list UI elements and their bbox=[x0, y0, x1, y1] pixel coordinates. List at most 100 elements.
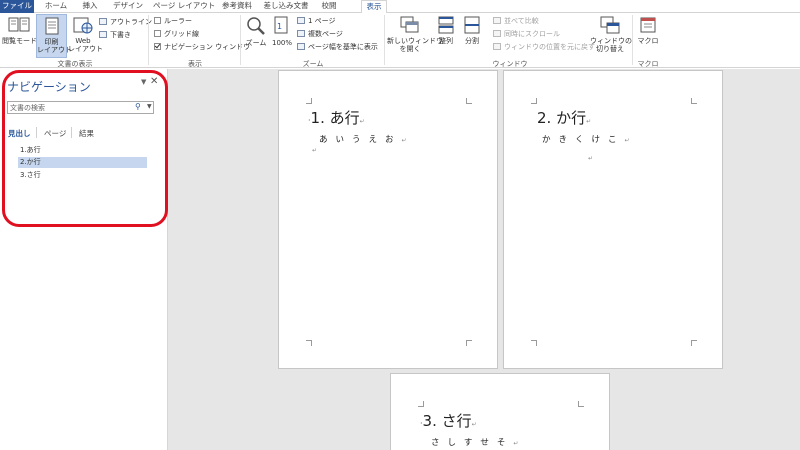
reset-window-position-label: ウィンドウの位置を元に戻す bbox=[504, 43, 595, 51]
heading-item-sa[interactable]: 3.さ行 bbox=[18, 170, 147, 181]
tab-mailings[interactable]: 差し込み文書 bbox=[260, 0, 312, 13]
print-layout-label: 印刷 レイアウト bbox=[37, 38, 72, 54]
tab-review[interactable]: 校閲 bbox=[316, 0, 342, 13]
group-label-zoom: ズーム bbox=[302, 60, 324, 68]
ribbon-separator bbox=[632, 15, 633, 65]
group-label-doc-view: 文書の表示 bbox=[57, 60, 93, 68]
page-3-heading-text: 3. さ行 bbox=[422, 412, 472, 430]
multiple-pages-button[interactable]: 複数ページ bbox=[297, 29, 343, 40]
page-2-heading-text: 2. か行 bbox=[537, 109, 587, 127]
read-mode-button[interactable]: 閲覧モード bbox=[2, 14, 37, 45]
search-options-chevron-icon[interactable]: ▼ bbox=[147, 103, 152, 110]
navigation-pane-title: ナビゲーション bbox=[7, 80, 91, 94]
tab-design[interactable]: デザイン bbox=[108, 0, 148, 13]
one-page-button[interactable]: 1 ページ bbox=[297, 16, 336, 27]
heading-item-a[interactable]: 1.あ行 bbox=[18, 145, 147, 156]
web-layout-icon bbox=[73, 17, 93, 34]
macros-button[interactable]: マクロ bbox=[636, 14, 660, 45]
ruler-checkbox[interactable]: ルーラー bbox=[154, 16, 192, 27]
nav-tab-separator bbox=[71, 127, 72, 138]
split-button[interactable]: 分割 bbox=[460, 14, 484, 45]
magnifier-icon bbox=[247, 17, 265, 35]
switch-windows-button[interactable]: ウィンドウの 切り替え bbox=[590, 14, 632, 53]
zoom-100-button[interactable]: 1 100% bbox=[269, 14, 295, 47]
ruler-check-icon bbox=[154, 17, 161, 24]
zoom-button[interactable]: ズーム bbox=[244, 14, 268, 47]
page-width-button[interactable]: ページ幅を基準に表示 bbox=[297, 42, 378, 53]
outline-icon bbox=[99, 18, 107, 25]
page-3-body: さしすせそ↵ bbox=[431, 438, 519, 448]
navigation-pane-label: ナビゲーション ウィンドウ bbox=[164, 43, 251, 51]
reset-window-position-button[interactable]: ウィンドウの位置を元に戻す bbox=[493, 42, 595, 53]
group-label-macros: マクロ bbox=[637, 60, 659, 68]
nav-tab-pages[interactable]: ページ bbox=[44, 128, 66, 139]
ruler-label: ルーラー bbox=[164, 17, 192, 25]
print-layout-button[interactable]: 印刷 レイアウト bbox=[36, 14, 72, 58]
macros-label: マクロ bbox=[637, 37, 659, 45]
web-layout-label: Web レイアウト bbox=[68, 37, 103, 53]
nav-tab-results[interactable]: 結果 bbox=[79, 128, 94, 139]
outline-label: アウトライン bbox=[110, 18, 152, 26]
draft-button[interactable]: 下書き bbox=[99, 30, 131, 41]
page-3-body-text: さしすせそ bbox=[431, 438, 514, 448]
side-by-side-icon bbox=[493, 17, 501, 24]
page-2-body: かきくけこ↵ bbox=[542, 135, 630, 145]
search-icon[interactable]: ⚲ bbox=[135, 102, 141, 111]
gridlines-checkbox[interactable]: グリッド線 bbox=[154, 29, 199, 40]
margin-corner-mark bbox=[418, 401, 424, 407]
document-page-2[interactable]: 2. か行↵ かきくけこ↵ ↵ bbox=[503, 70, 723, 369]
page-1-body-text: あいうえお bbox=[319, 135, 402, 145]
tab-references[interactable]: 参考資料 bbox=[218, 0, 256, 13]
margin-corner-mark bbox=[306, 98, 312, 104]
read-mode-icon bbox=[8, 17, 30, 32]
page-2-body-text: かきくけこ bbox=[542, 135, 625, 145]
page-1-empty-paragraph: ↵ bbox=[312, 147, 318, 154]
outline-button[interactable]: アウトライン bbox=[99, 17, 152, 28]
navigation-pane-checkbox[interactable]: ナビゲーション ウィンドウ bbox=[154, 42, 250, 53]
multiple-pages-icon bbox=[297, 30, 305, 37]
sync-scroll-label: 同時にスクロール bbox=[504, 30, 560, 38]
margin-corner-mark bbox=[691, 340, 697, 346]
nav-tab-headings[interactable]: 見出し bbox=[8, 128, 31, 139]
print-layout-icon bbox=[45, 17, 58, 35]
document-page-1[interactable]: ·1. あ行↵ あいうえお↵ ↵ bbox=[278, 70, 498, 369]
new-window-button[interactable]: 新しいウィンドウ を開く bbox=[387, 14, 443, 53]
split-icon bbox=[464, 16, 480, 34]
tab-file[interactable]: ファイル bbox=[0, 0, 34, 13]
heading-item-ka[interactable]: 2.か行 bbox=[18, 157, 147, 168]
gridlines-label: グリッド線 bbox=[164, 30, 199, 38]
pane-options-chevron-icon[interactable]: ▼ bbox=[141, 78, 146, 86]
tab-page-layout[interactable]: ページ レイアウト bbox=[153, 0, 215, 13]
tab-insert[interactable]: 挿入 bbox=[76, 0, 104, 13]
tab-view[interactable]: 表示 bbox=[361, 0, 387, 14]
close-icon[interactable]: ✕ bbox=[150, 76, 158, 87]
document-page-3[interactable]: ·3. さ行↵ さしすせそ↵ bbox=[390, 373, 610, 450]
zoom-100-label: 100% bbox=[271, 39, 292, 47]
page-2-empty-paragraph: ↵ bbox=[588, 155, 594, 162]
web-layout-button[interactable]: Web レイアウト bbox=[68, 14, 103, 53]
document-search-input[interactable] bbox=[10, 103, 128, 113]
new-window-icon bbox=[400, 16, 419, 33]
tab-home[interactable]: ホーム bbox=[40, 0, 72, 13]
split-label: 分割 bbox=[465, 37, 479, 45]
navigation-pane: ナビゲーション ▼ ✕ ⚲ ▼ 見出し ページ 結果 1.あ行 2.か行 3.さ… bbox=[0, 69, 168, 450]
side-by-side-button[interactable]: 並べて比較 bbox=[493, 16, 539, 27]
side-by-side-label: 並べて比較 bbox=[504, 17, 539, 25]
margin-corner-mark bbox=[691, 98, 697, 104]
ribbon-separator bbox=[240, 15, 241, 65]
document-search-box: ⚲ ▼ bbox=[7, 101, 154, 114]
margin-corner-mark bbox=[306, 340, 312, 346]
nav-tab-separator bbox=[36, 127, 37, 138]
page-1-heading: ·1. あ行↵ bbox=[308, 109, 365, 127]
margin-corner-mark bbox=[531, 98, 537, 104]
sync-scroll-button[interactable]: 同時にスクロール bbox=[493, 29, 560, 40]
document-canvas[interactable]: ·1. あ行↵ あいうえお↵ ↵ 2. か行 ↵ かきくけこ↵ ↵ ·3. さ行↵… bbox=[168, 69, 800, 450]
reset-window-position-icon bbox=[493, 43, 501, 50]
zoom-100-icon: 1 bbox=[274, 16, 288, 34]
margin-corner-mark bbox=[466, 340, 472, 346]
arrange-all-button[interactable]: 整列 bbox=[435, 14, 457, 45]
navigation-pane-check-icon bbox=[154, 43, 161, 50]
multiple-pages-label: 複数ページ bbox=[308, 30, 343, 38]
page-width-label: ページ幅を基準に表示 bbox=[308, 43, 378, 51]
arrange-label: 整列 bbox=[439, 37, 453, 45]
